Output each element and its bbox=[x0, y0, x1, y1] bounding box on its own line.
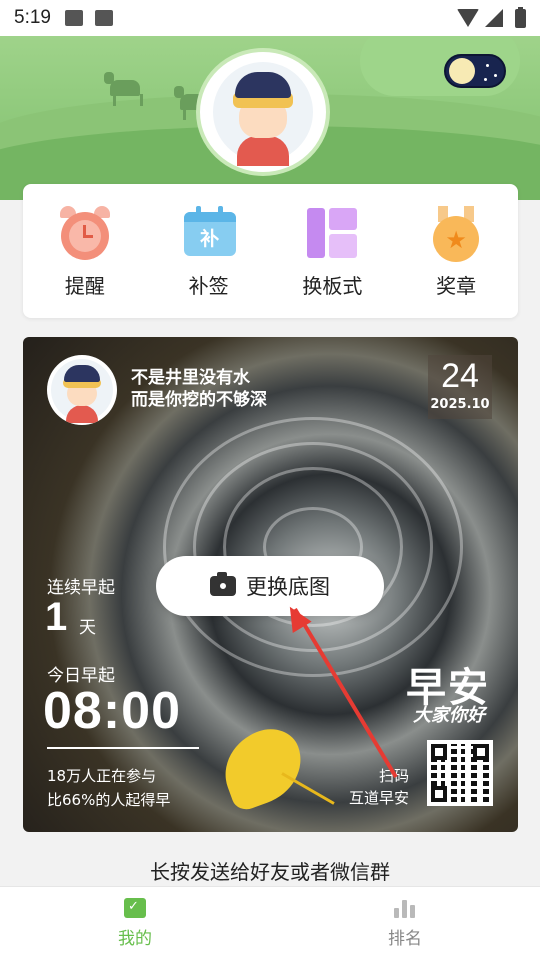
moon-icon bbox=[449, 58, 475, 84]
bar-chart-icon bbox=[394, 898, 416, 918]
poster-quote: 不是井里没有水 而是你挖的不够深 bbox=[131, 368, 267, 410]
wifi-icon bbox=[457, 9, 479, 27]
change-background-button[interactable]: 更换底图 bbox=[156, 556, 384, 616]
streak-unit: 天 bbox=[79, 618, 96, 638]
calendar-icon: 补 bbox=[182, 206, 236, 260]
menu-label: 提醒 bbox=[64, 274, 105, 298]
menu-label: 奖章 bbox=[436, 274, 477, 298]
brand-subtitle: 大家你好 bbox=[413, 705, 485, 726]
nav-label: 排名 bbox=[388, 929, 422, 949]
wake-time: 08:00 bbox=[43, 682, 181, 740]
signal-icon bbox=[485, 9, 503, 27]
divider bbox=[47, 747, 199, 749]
menu-item-medals[interactable]: ★ 奖章 bbox=[406, 206, 506, 299]
checkin-poster[interactable]: 不是井里没有水 而是你挖的不够深 24 2025.10 连续早起 1 天 今日早… bbox=[23, 337, 518, 832]
medal-icon: ★ bbox=[429, 206, 483, 262]
header-scenery bbox=[0, 36, 540, 200]
status-icons bbox=[457, 6, 526, 28]
change-background-label: 更换底图 bbox=[246, 575, 330, 599]
gallery-notification-icon bbox=[64, 10, 83, 26]
calendar-check-icon bbox=[124, 898, 146, 918]
feature-menu: 提醒 补 补签 换板式 ★ 奖章 bbox=[23, 184, 518, 318]
nav-label: 我的 bbox=[118, 929, 152, 949]
participants-stat: 18万人正在参与 bbox=[47, 767, 157, 785]
share-hint: 长按发送给好友或者微信群 bbox=[150, 860, 390, 884]
poster-date: 24 2025.10 bbox=[428, 355, 492, 419]
user-avatar[interactable] bbox=[196, 48, 330, 176]
ranking-stat: 比66%的人起得早 bbox=[47, 791, 171, 809]
menu-label: 补签 bbox=[188, 274, 229, 298]
battery-icon bbox=[515, 6, 526, 28]
nav-item-ranking[interactable]: 排名 bbox=[270, 887, 540, 960]
bottom-navigation: 我的 排名 bbox=[0, 886, 540, 960]
layout-icon bbox=[305, 206, 359, 260]
ginkgo-leaf-illustration bbox=[213, 720, 313, 814]
menu-label: 换板式 bbox=[302, 274, 363, 298]
menu-item-change-layout[interactable]: 换板式 bbox=[282, 206, 382, 299]
camera-icon bbox=[210, 572, 236, 596]
night-mode-toggle[interactable] bbox=[444, 54, 506, 88]
menu-item-makeup-checkin[interactable]: 补 补签 bbox=[159, 206, 259, 299]
status-time: 5:19 bbox=[14, 7, 51, 28]
app-notification-icon bbox=[94, 10, 113, 26]
nav-item-mine[interactable]: 我的 bbox=[0, 887, 270, 960]
scan-hint: 扫码 互道早安 bbox=[349, 767, 410, 807]
status-bar: 5:19 bbox=[0, 0, 540, 36]
poster-avatar bbox=[47, 355, 117, 425]
alarm-clock-icon bbox=[58, 206, 112, 260]
qr-code bbox=[427, 740, 493, 806]
streak-value: 1 bbox=[45, 595, 68, 639]
horse-illustration bbox=[104, 72, 143, 106]
menu-item-reminder[interactable]: 提醒 bbox=[35, 206, 135, 299]
